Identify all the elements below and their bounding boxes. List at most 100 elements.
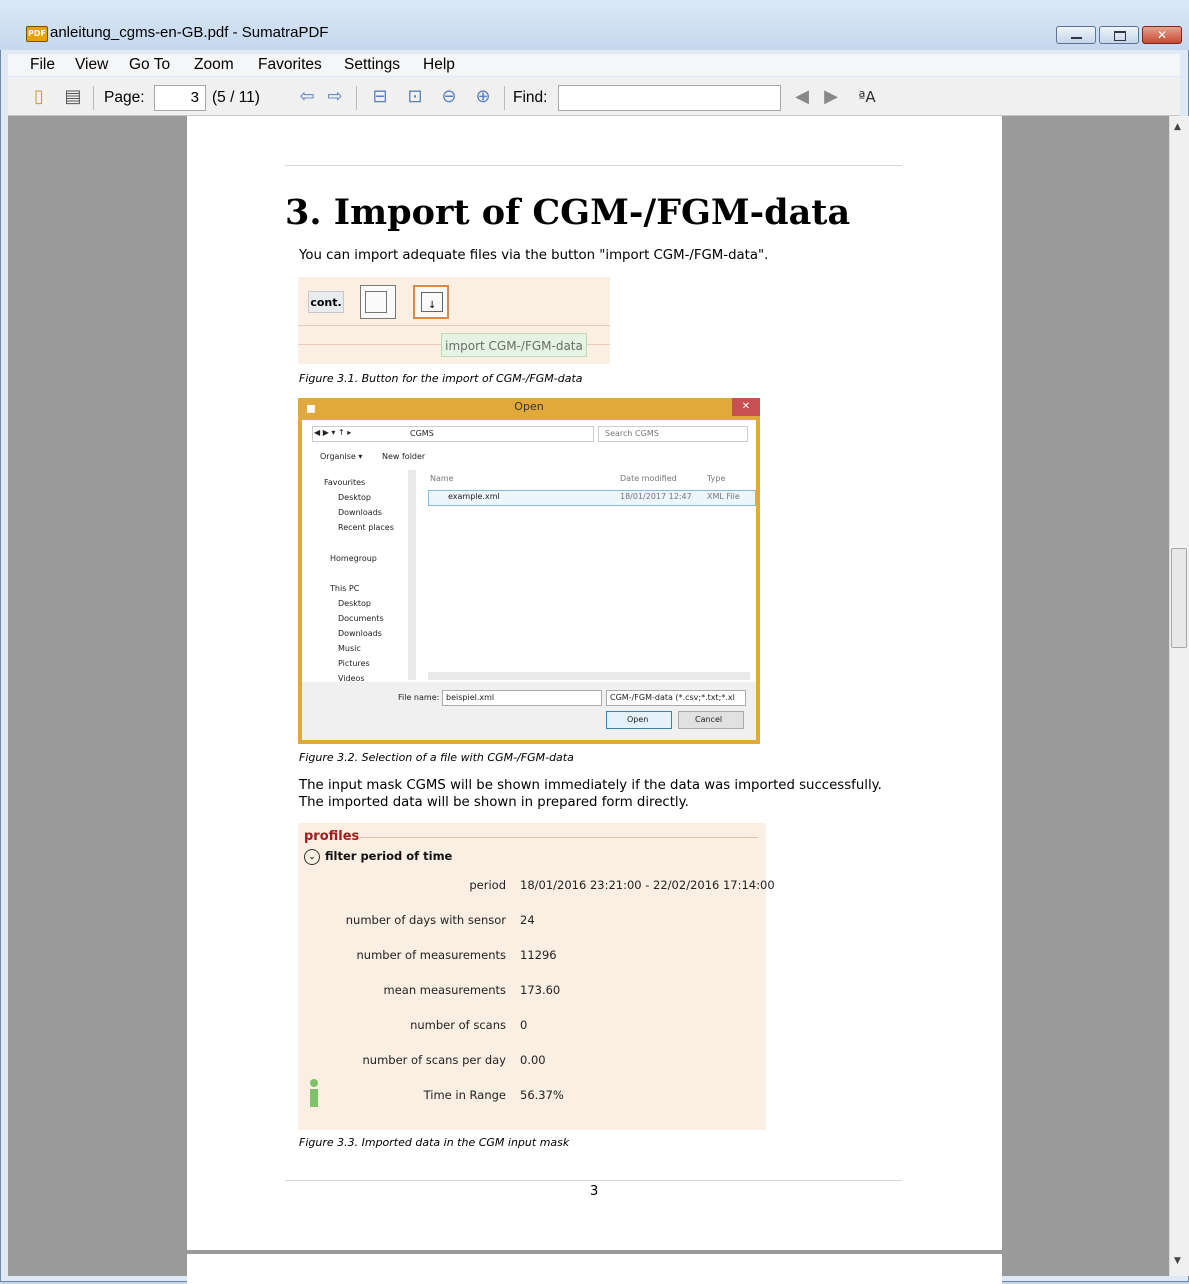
address-bar (312, 426, 594, 442)
figure-cgm-input-mask: profiles ⌄ filter period of time period … (298, 823, 775, 1130)
menu-file[interactable]: File (30, 56, 55, 74)
organise-menu: Organise ▾ (320, 452, 363, 461)
chapter-heading: 3. Import of CGM-/FGM-data (285, 192, 851, 233)
stat-value: 18/01/2016 23:21:00 - 22/02/2016 17:14:0… (520, 878, 775, 892)
next-page-icon[interactable]: ⇨ (324, 86, 346, 108)
nav-item: Recent places (338, 523, 394, 532)
window-title: anleitung_cgms-en-GB.pdf - SumatraPDF (50, 24, 329, 41)
zoom-out-icon[interactable]: ⊖ (438, 86, 460, 108)
stat-value: 24 (520, 913, 535, 927)
filter-label: filter period of time (325, 849, 453, 863)
title-bar: PDF anleitung_cgms-en-GB.pdf - SumatraPD… (0, 0, 1189, 50)
menu-view[interactable]: View (75, 56, 108, 74)
info-icon (310, 1079, 318, 1087)
import-tooltip: import CGM-/FGM-data (441, 333, 587, 357)
toolbar-separator (356, 86, 357, 110)
pdf-app-icon: PDF (26, 26, 48, 42)
menu-settings[interactable]: Settings (344, 56, 400, 74)
file-name-label: File name: (398, 693, 440, 702)
figure-caption: Figure 3.3. Imported data in the CGM inp… (299, 1136, 570, 1149)
nav-item: Downloads (338, 629, 382, 638)
collapse-icon: ⌄ (304, 849, 320, 865)
body-paragraph: The input mask CGMS will be shown immedi… (299, 778, 882, 810)
find-next-icon[interactable]: ▶ (820, 86, 842, 108)
nav-item: Homegroup (330, 554, 377, 563)
open-button: Open (606, 711, 672, 729)
figure-caption: Figure 3.2. Selection of a file with CGM… (299, 751, 574, 764)
stat-label: Time in Range (423, 1088, 506, 1102)
search-placeholder: Search CGMS (605, 429, 659, 438)
back-forward-icons: ◀ ▶ ▾ ↑ ▸ (314, 428, 352, 437)
stat-value: 11296 (520, 948, 557, 962)
minimize-button[interactable] (1056, 26, 1096, 44)
figure-rule (298, 325, 610, 326)
vertical-scrollbar[interactable]: ▲ ▼ (1169, 116, 1189, 1276)
stat-value: 0 (520, 1018, 528, 1032)
figure-import-button: cont. ↓ import CGM-/FGM-data (298, 277, 610, 364)
page-number: 3 (590, 1184, 599, 1199)
filter-select: CGM-/FGM-data (*.csv;*.txt;*.xl (606, 690, 746, 706)
find-previous-icon[interactable]: ◀ (791, 86, 813, 108)
file-name: example.xml (448, 492, 500, 501)
profiles-heading: profiles (304, 829, 360, 844)
stat-label: period (469, 878, 506, 892)
filter-text: CGM-/FGM-data (*.csv;*.txt;*.xl (610, 693, 735, 702)
cancel-button-label: Cancel (695, 715, 723, 724)
nav-item: Downloads (338, 508, 382, 517)
open-button-label: Open (627, 715, 649, 724)
print-icon[interactable]: ▤ (62, 86, 84, 108)
col-type: Type (707, 474, 726, 483)
close-button[interactable]: ✕ (1142, 26, 1182, 44)
intro-paragraph: You can import adequate files via the bu… (299, 248, 769, 263)
nav-item: Desktop (338, 599, 371, 608)
scrollbar-thumb[interactable] (1171, 548, 1187, 648)
toolbar-separator (93, 86, 94, 110)
match-case-icon[interactable]: ªA (856, 86, 878, 108)
stat-label: mean measurements (383, 983, 507, 997)
nav-item: Favourites (324, 478, 366, 487)
file-date: 18/01/2017 12:47 (620, 492, 692, 501)
cont-button: cont. (308, 291, 344, 313)
maximize-button[interactable] (1099, 26, 1139, 44)
file-name-value: beispiel.xml (446, 693, 495, 702)
menu-goto[interactable]: Go To (129, 56, 170, 74)
page-bottom-rule (285, 1180, 902, 1181)
stat-value: 56.37% (520, 1088, 564, 1102)
dialog-title: Open (514, 400, 544, 413)
previous-page-icon[interactable]: ⇦ (296, 86, 318, 108)
h-scrollbar (428, 672, 750, 680)
stat-label: number of measurements (356, 948, 507, 962)
page-label: Page: (104, 89, 145, 106)
open-icon[interactable]: ▯ (28, 86, 50, 108)
cancel-button: Cancel (678, 711, 744, 729)
nav-item: Documents (338, 614, 384, 623)
col-name: Name (430, 474, 454, 483)
figure-open-dialog: ◼ Open ✕ ◀ ▶ ▾ ↑ ▸ CGMS Search CGMS Orga… (298, 398, 760, 744)
fit-page-icon[interactable]: ⊟ (369, 86, 391, 108)
new-folder: New folder (382, 452, 426, 461)
fit-width-icon[interactable]: ⊡ (404, 86, 426, 108)
dialog-close-icon: ✕ (732, 398, 760, 416)
import-button-icon: ↓ (413, 285, 449, 319)
file-type: XML File (707, 492, 740, 501)
find-label: Find: (513, 89, 548, 106)
menu-bar: File View Go To Zoom Favorites Settings … (8, 54, 1180, 76)
nav-item: Pictures (338, 659, 370, 668)
menu-zoom[interactable]: Zoom (194, 56, 234, 74)
nav-item: This PC (330, 584, 360, 593)
nav-item: Music (338, 644, 361, 653)
page-input[interactable]: 3 (154, 85, 206, 111)
chart-button-icon (360, 285, 396, 319)
nav-item: Desktop (338, 493, 371, 502)
open-dialog: Open ✕ ◀ ▶ ▾ ↑ ▸ CGMS Search CGMS Organi… (302, 398, 760, 740)
stat-label: number of days with sensor (345, 913, 506, 927)
stat-label: number of scans (410, 1018, 506, 1032)
zoom-in-icon[interactable]: ⊕ (472, 86, 494, 108)
find-input[interactable] (558, 85, 781, 111)
info-icon-stem (310, 1089, 318, 1107)
col-date: Date modified (620, 474, 677, 483)
menu-favorites[interactable]: Favorites (258, 56, 322, 74)
pdf-next-page (187, 1254, 1002, 1284)
stat-label: number of scans per day (362, 1053, 507, 1067)
menu-help[interactable]: Help (423, 56, 455, 74)
